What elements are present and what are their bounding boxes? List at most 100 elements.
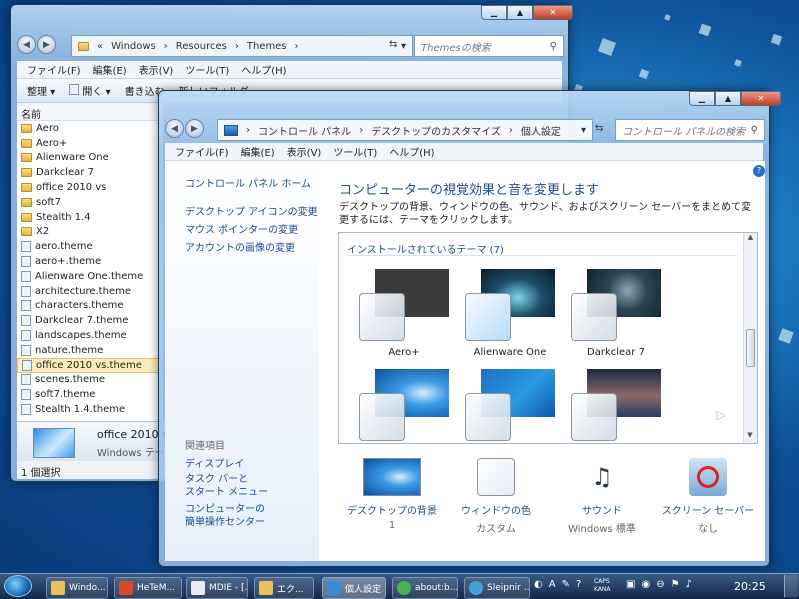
search-icon[interactable]: ⚲ [550, 41, 557, 52]
related-taskbar-link[interactable]: タスク バーと スタート メニュー [185, 473, 268, 499]
file-item[interactable]: aero+.theme [17, 254, 163, 269]
file-item[interactable]: nature.theme [17, 343, 163, 358]
chevron-right-icon[interactable]: › [509, 125, 513, 136]
scroll-down-icon[interactable]: ▼ [744, 431, 756, 443]
desktop-background-option[interactable]: デスクトップの背景 1 [340, 458, 444, 531]
refresh-icon[interactable]: ⇆ [389, 39, 397, 50]
related-ease-of-access-link[interactable]: コンピューターの 簡単操作センター [185, 503, 265, 529]
menu-view[interactable]: 表示(V) [139, 62, 174, 77]
speaker-icon[interactable]: ♪ [686, 579, 692, 590]
folder-item[interactable]: Darkclear 7 [17, 165, 163, 180]
menu-file[interactable]: ファイル(F) [27, 62, 81, 77]
theme-item[interactable] [349, 369, 459, 443]
theme-item[interactable] [561, 369, 671, 443]
sound-link[interactable]: サウンド [556, 502, 648, 517]
folder-item[interactable]: Aero [17, 121, 163, 136]
gallery-scrollbar[interactable]: ▲ ▼ [743, 233, 757, 443]
window-color-option[interactable]: ウィンドウの色 カスタム [450, 458, 542, 535]
search-icon[interactable]: ⚲ [751, 125, 758, 136]
maximize-button[interactable]: ▲ [715, 91, 741, 106]
menu-edit[interactable]: 編集(E) [241, 144, 275, 159]
show-desktop-button[interactable] [784, 575, 798, 597]
related-display-link[interactable]: ディスプレイ [185, 455, 244, 470]
start-button[interactable] [4, 575, 32, 597]
close-button[interactable]: ✕ [533, 5, 573, 20]
update-icon[interactable]: ⊖ [656, 579, 664, 590]
file-item[interactable]: Alienware One.theme [17, 269, 163, 284]
dropdown-arrow-icon[interactable]: ▾ [581, 125, 586, 136]
folder-item[interactable]: office 2010 vs [17, 180, 163, 195]
help-tray-icon[interactable]: ? [576, 579, 581, 590]
menu-tools[interactable]: ツール(T) [185, 62, 229, 77]
breadcrumb-themes[interactable]: Themes [247, 41, 287, 52]
language-icon[interactable]: ◐ [534, 579, 543, 590]
flag-icon[interactable]: ⚑ [671, 579, 680, 590]
taskbar-button-mdie[interactable]: MDIE - [... [186, 577, 248, 599]
chevron-right-icon[interactable]: › [235, 41, 239, 52]
theme-alienware-one[interactable]: Alienware One [455, 269, 565, 358]
minimize-button[interactable]: ▁ [481, 5, 507, 20]
folder-item[interactable]: Stealth 1.4 [17, 210, 163, 225]
taskbar-button-personalization[interactable]: 個人設定 [322, 577, 386, 599]
shield-icon[interactable]: ◉ [641, 579, 650, 590]
file-item[interactable]: soft7.theme [17, 387, 163, 402]
back-arrow-icon[interactable]: ◀ [17, 35, 36, 54]
menu-edit[interactable]: 編集(E) [93, 62, 127, 77]
menu-help[interactable]: ヘルプ(H) [389, 144, 434, 159]
desktop-background-link[interactable]: デスクトップの背景 [340, 502, 444, 517]
file-item[interactable]: scenes.theme [17, 373, 163, 388]
close-button[interactable]: ✕ [741, 91, 781, 106]
forward-arrow-icon[interactable]: ▶ [37, 35, 56, 54]
folder-item[interactable]: Aero+ [17, 136, 163, 151]
taskbar-button-browser[interactable]: about:b... [392, 577, 458, 599]
chevron-right-icon[interactable]: › [295, 41, 299, 52]
taskbar-button-windows[interactable]: Windo... [46, 577, 108, 599]
breadcrumb-resources[interactable]: Resources [176, 41, 227, 52]
screensaver-option[interactable]: スクリーン セーバー なし [660, 458, 756, 535]
menu-tools[interactable]: ツール(T) [333, 144, 377, 159]
taskbar-button-hetem[interactable]: HeTeM... [114, 577, 182, 599]
file-item[interactable]: landscapes.theme [17, 328, 163, 343]
file-item[interactable]: characters.theme [17, 299, 163, 314]
organize-button[interactable]: 整理 ▾ [27, 83, 55, 98]
tools-icon[interactable]: ✎ [562, 579, 570, 590]
scroll-up-icon[interactable]: ▲ [744, 233, 757, 245]
folder-item[interactable]: Alienware One [17, 151, 163, 166]
file-item[interactable]: aero.theme [17, 239, 163, 254]
cp-address-bar[interactable]: › コントロール パネル › デスクトップのカスタマイズ › 個人設定 ▾ [217, 119, 593, 141]
back-arrow-icon[interactable]: ◀ [165, 119, 184, 138]
chevron-right-icon[interactable]: › [359, 125, 363, 136]
forward-arrow-icon[interactable]: ▶ [185, 119, 204, 138]
taskbar-button-sleipnir[interactable]: Sleipnir ... [464, 577, 530, 599]
ime-icon[interactable]: A [549, 579, 556, 590]
dropdown-arrow-icon[interactable]: ▾ [401, 41, 406, 52]
breadcrumb-windows[interactable]: Windows [111, 41, 156, 52]
theme-darkclear-7[interactable]: Darkclear 7 [561, 269, 671, 358]
menu-help[interactable]: ヘルプ(H) [241, 62, 286, 77]
breadcrumb-desktop-customization[interactable]: デスクトップのカスタマイズ [371, 123, 501, 138]
sound-option[interactable]: ♫ サウンド Windows 標準 [556, 458, 648, 535]
open-button[interactable]: 開く ▾ [69, 83, 111, 98]
chevron-right-icon[interactable]: › [164, 41, 168, 52]
search-input[interactable]: Themesの検索 ⚲ [414, 35, 564, 57]
maximize-button[interactable]: ▲ [507, 5, 533, 20]
taskbar-button-explorer[interactable]: エク... [254, 577, 314, 599]
column-header-name[interactable]: 名前 [17, 103, 163, 121]
menu-view[interactable]: 表示(V) [287, 144, 322, 159]
refresh-icon[interactable]: ⇆ [595, 123, 603, 134]
theme-aero-plus[interactable]: Aero+ [349, 269, 459, 358]
scroll-thumb[interactable] [746, 329, 755, 367]
sidebar-account-picture-link[interactable]: アカウントの画像の変更 [185, 239, 295, 254]
address-bar[interactable]: « Windows › Resources › Themes › ▾ [71, 35, 413, 57]
file-item[interactable]: architecture.theme [17, 284, 163, 299]
screensaver-link[interactable]: スクリーン セーバー [660, 502, 756, 517]
file-item[interactable]: office 2010 vs.theme [17, 357, 163, 373]
cp-search-input[interactable]: コントロール パネルの検索 ⚲ [615, 119, 765, 141]
breadcrumb-overflow[interactable]: « [97, 41, 103, 52]
theme-item[interactable] [455, 369, 565, 443]
help-icon[interactable]: ? [753, 165, 765, 177]
network-icon[interactable]: ▣ [626, 579, 635, 590]
sidebar-mouse-pointer-link[interactable]: マウス ポインターの変更 [185, 221, 298, 236]
sidebar-desktop-icons-link[interactable]: デスクトップ アイコンの変更 [185, 203, 318, 218]
menu-file[interactable]: ファイル(F) [175, 144, 229, 159]
